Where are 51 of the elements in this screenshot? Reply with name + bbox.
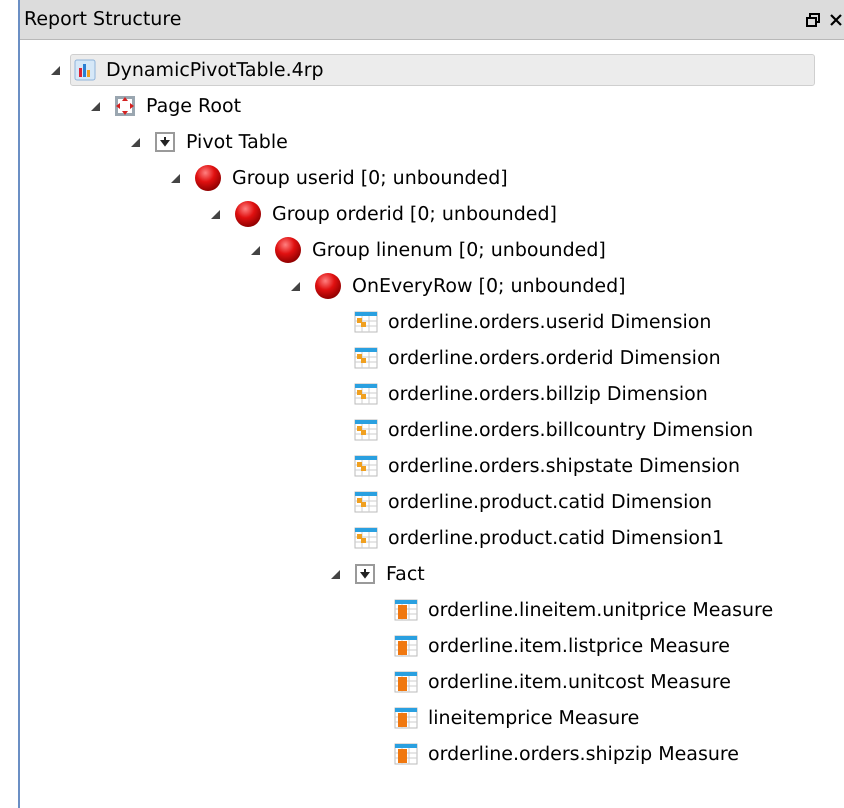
restore-icon[interactable] xyxy=(806,12,820,26)
measure-table-icon xyxy=(394,599,418,621)
measure-table-icon xyxy=(394,635,418,657)
collapse-triangle-icon[interactable] xyxy=(50,66,60,74)
tree-item[interactable]: OnEveryRow [0; unbounded] xyxy=(310,270,635,302)
tree-item[interactable]: orderline.orders.orderid Dimension xyxy=(350,342,730,374)
dimension-table-icon xyxy=(354,491,378,513)
collapse-triangle-icon[interactable] xyxy=(90,102,100,110)
tree-item[interactable]: Pivot Table xyxy=(150,126,297,158)
ball-icon xyxy=(274,236,302,264)
collapse-triangle-icon[interactable] xyxy=(330,570,340,578)
measure-table-icon xyxy=(394,671,418,693)
tree-item[interactable]: Fact xyxy=(350,558,434,590)
tree-item[interactable]: orderline.orders.billcountry Dimension xyxy=(350,414,762,446)
tree-item[interactable]: orderline.product.catid Dimension xyxy=(350,486,722,518)
tree-item[interactable]: lineitemprice Measure xyxy=(390,702,648,734)
tree-item[interactable]: Group linenum [0; unbounded] xyxy=(270,234,615,266)
collapse-triangle-icon[interactable] xyxy=(170,174,180,182)
tree-item[interactable]: Group userid [0; unbounded] xyxy=(190,162,517,194)
report-file-icon xyxy=(74,59,96,81)
ball-icon xyxy=(194,164,222,192)
panel-title: Report Structure xyxy=(24,7,182,32)
tree-item[interactable]: orderline.item.unitcost Measure xyxy=(390,666,740,698)
tree-item[interactable]: orderline.orders.userid Dimension xyxy=(350,306,720,338)
dimension-table-icon xyxy=(354,419,378,441)
measure-table-icon xyxy=(394,707,418,729)
collapse-triangle-icon[interactable] xyxy=(210,210,220,218)
tree-item[interactable]: Page Root xyxy=(110,90,250,122)
tree-item[interactable]: orderline.orders.shipstate Dimension xyxy=(350,450,750,482)
tree-item[interactable]: orderline.item.listprice Measure xyxy=(390,630,739,662)
dimension-table-icon xyxy=(354,383,378,405)
tree-item[interactable]: DynamicPivotTable.4rp xyxy=(70,54,815,86)
close-icon[interactable] xyxy=(830,12,842,26)
measure-table-icon xyxy=(394,743,418,765)
page-root-icon xyxy=(114,95,136,117)
dimension-table-icon xyxy=(354,311,378,333)
dimension-table-icon xyxy=(354,455,378,477)
ball-icon xyxy=(314,272,342,300)
arrow-box-icon xyxy=(154,131,176,153)
collapse-triangle-icon[interactable] xyxy=(290,282,300,290)
dimension-table-icon xyxy=(354,347,378,369)
arrow-box-icon xyxy=(354,563,376,585)
tree-item[interactable]: orderline.orders.billzip Dimension xyxy=(350,378,717,410)
dimension-table-icon xyxy=(354,527,378,549)
tree-item[interactable]: Group orderid [0; unbounded] xyxy=(230,198,566,230)
ball-icon xyxy=(234,200,262,228)
tree-item[interactable]: orderline.product.catid Dimension1 xyxy=(350,522,734,554)
tree-item[interactable]: orderline.lineitem.unitprice Measure xyxy=(390,594,782,626)
collapse-triangle-icon[interactable] xyxy=(130,138,140,146)
tree-item[interactable]: orderline.orders.shipzip Measure xyxy=(390,738,748,770)
collapse-triangle-icon[interactable] xyxy=(250,246,260,254)
